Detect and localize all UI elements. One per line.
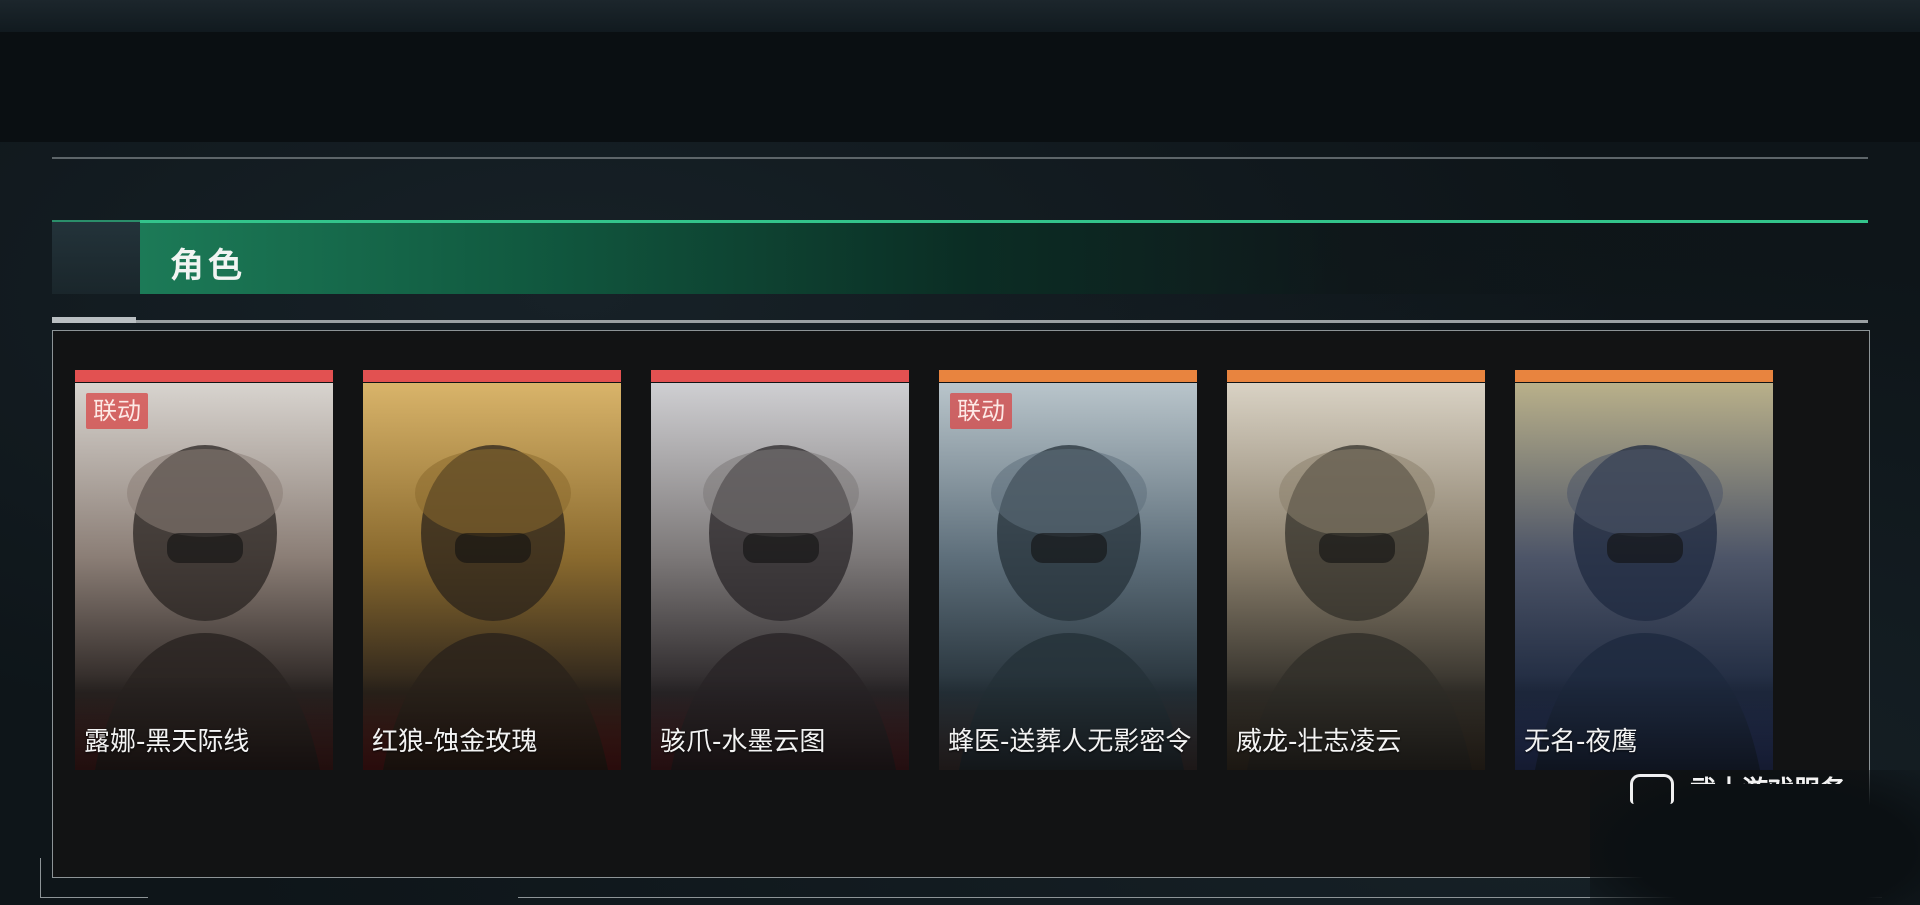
section-header-bar	[140, 220, 1868, 294]
character-name: 骇爪-水墨云图	[660, 727, 826, 757]
character-portrait	[651, 383, 909, 770]
rarity-stripe	[1515, 370, 1773, 382]
character-portrait	[363, 383, 621, 770]
rarity-stripe	[939, 370, 1197, 382]
character-card[interactable]: 威龙-壮志凌云	[1227, 370, 1485, 770]
watermark-logo-icon	[1630, 774, 1674, 804]
character-card[interactable]: 红狼-蚀金玫瑰	[363, 370, 621, 770]
watermark-text: 武士游戏服务	[1690, 776, 1847, 806]
top-divider	[52, 157, 1868, 159]
section-underline-tab	[52, 317, 136, 323]
rarity-stripe	[651, 370, 909, 382]
character-name: 无名-夜鹰	[1524, 727, 1638, 757]
watermark: 武士游戏服务	[1590, 770, 1920, 905]
header-backdrop	[0, 32, 1920, 142]
rarity-stripe	[75, 370, 333, 382]
character-name: 威龙-壮志凌云	[1236, 727, 1402, 757]
section-title: 角色	[170, 246, 246, 286]
character-name: 露娜-黑天际线	[84, 727, 250, 757]
character-card[interactable]: 联动 蜂医-送葬人无影密令	[939, 370, 1197, 770]
character-card[interactable]: 联动 露娜-黑天际线	[75, 370, 333, 770]
character-portrait	[75, 383, 333, 770]
character-name: 红狼-蚀金玫瑰	[372, 727, 538, 757]
rarity-stripe	[363, 370, 621, 382]
collab-badge: 联动	[950, 393, 1012, 429]
character-card[interactable]: 骇爪-水墨云图	[651, 370, 909, 770]
section-underline	[52, 320, 1868, 323]
character-portrait	[1515, 383, 1773, 770]
rarity-stripe	[1227, 370, 1485, 382]
character-portrait	[1227, 383, 1485, 770]
section-header: 角色	[52, 220, 1868, 294]
section-header-notch	[52, 220, 140, 294]
panel-corner-bracket	[40, 858, 148, 898]
character-card[interactable]: 无名-夜鹰	[1515, 370, 1773, 770]
character-name: 蜂医-送葬人无影密令	[948, 727, 1192, 757]
top-backdrop	[0, 0, 1920, 32]
character-portrait	[939, 383, 1197, 770]
collab-badge: 联动	[86, 393, 148, 429]
